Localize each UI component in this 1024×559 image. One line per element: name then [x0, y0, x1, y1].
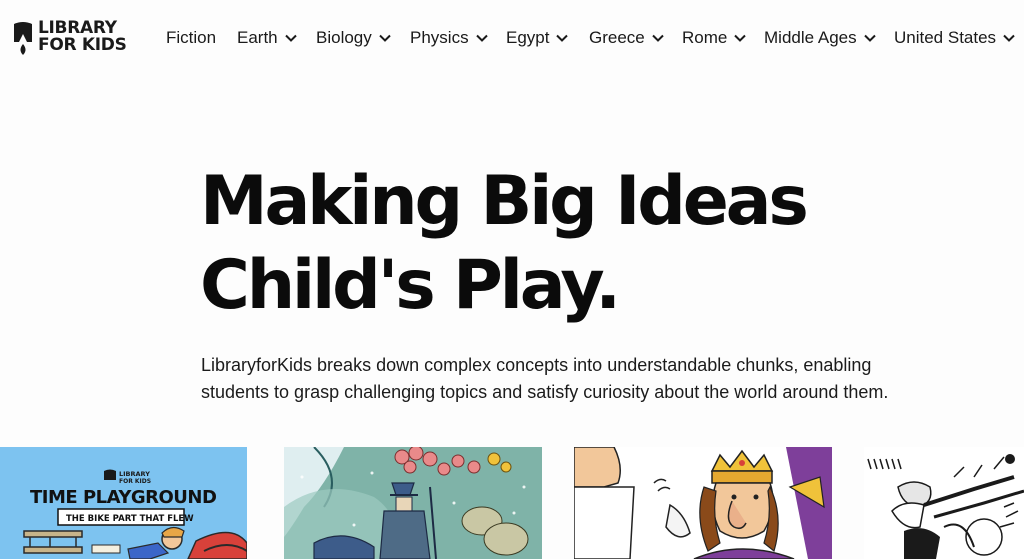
- nav-item-label: Egypt: [506, 28, 550, 47]
- nav-item-fiction[interactable]: Fiction: [166, 28, 216, 48]
- nav-item-label: Physics: [410, 28, 469, 47]
- comic-card-forest[interactable]: [284, 447, 542, 559]
- nav-item-egypt[interactable]: Egypt: [506, 28, 569, 48]
- logo-text: LIBRARY FOR KIDS: [38, 20, 127, 54]
- chevron-down-icon: [379, 34, 391, 42]
- chevron-down-icon: [734, 34, 747, 42]
- nav-item-greece[interactable]: Greece: [589, 28, 664, 48]
- nav-item-biology[interactable]: Biology: [316, 28, 391, 48]
- nav-item-label: Rome: [682, 28, 728, 47]
- comic-card-sketch[interactable]: [864, 447, 1024, 559]
- card-brand-line2: FOR KIDS: [119, 478, 151, 485]
- nav-item-rome[interactable]: Rome: [682, 28, 747, 48]
- hero-title: Making Big Ideas Child's Play.: [200, 160, 809, 328]
- hero-description: LibraryforKids breaks down complex conce…: [201, 355, 889, 402]
- chevron-down-icon: [1003, 34, 1015, 42]
- forest-scene-illustration: [284, 447, 542, 559]
- comic-card-king[interactable]: [574, 447, 832, 559]
- hero-title-line1: Making Big Ideas: [200, 162, 809, 241]
- card-logo-icon: [104, 469, 116, 480]
- nav-item-label: Middle Ages: [764, 28, 857, 47]
- hero-title-line2: Child's Play.: [200, 246, 621, 325]
- card-subtitle: THE BIKE PART THAT FLEW: [66, 514, 194, 524]
- chevron-down-icon: [475, 34, 488, 42]
- nav-item-physics[interactable]: Physics: [410, 28, 488, 48]
- chevron-down-icon: [556, 34, 569, 42]
- nav-item-label: Earth: [237, 28, 278, 47]
- site-header: LIBRARY FOR KIDS Fiction Earth Biology P…: [0, 0, 1024, 78]
- king-scene-illustration: [574, 447, 832, 559]
- comic-cover-illustration: LIBRARY FOR KIDS TIME PLAYGROUND THE BIK…: [0, 447, 247, 559]
- nav-item-label: Fiction: [166, 28, 217, 47]
- chevron-down-icon: [863, 34, 876, 42]
- comic-card-time-playground[interactable]: LIBRARY FOR KIDS TIME PLAYGROUND THE BIK…: [0, 447, 247, 559]
- nav-item-earth[interactable]: Earth: [237, 28, 297, 48]
- logo-line2: FOR KIDS: [38, 35, 127, 55]
- nav-item-middle-ages[interactable]: Middle Ages: [764, 28, 876, 48]
- nav-item-label: United States: [894, 28, 997, 47]
- nav-item-label: Greece: [589, 28, 645, 47]
- card-title: TIME PLAYGROUND: [30, 487, 216, 508]
- bike-sketch-illustration: [864, 447, 1024, 559]
- nav-item-united-states[interactable]: United States: [894, 28, 1015, 48]
- chevron-down-icon: [284, 34, 297, 42]
- chevron-down-icon: [652, 34, 664, 42]
- logo-mark-icon: [14, 22, 32, 55]
- card-brand-line1: LIBRARY: [119, 470, 150, 478]
- site-logo[interactable]: LIBRARY FOR KIDS: [12, 20, 127, 56]
- nav-item-label: Biology: [316, 28, 372, 47]
